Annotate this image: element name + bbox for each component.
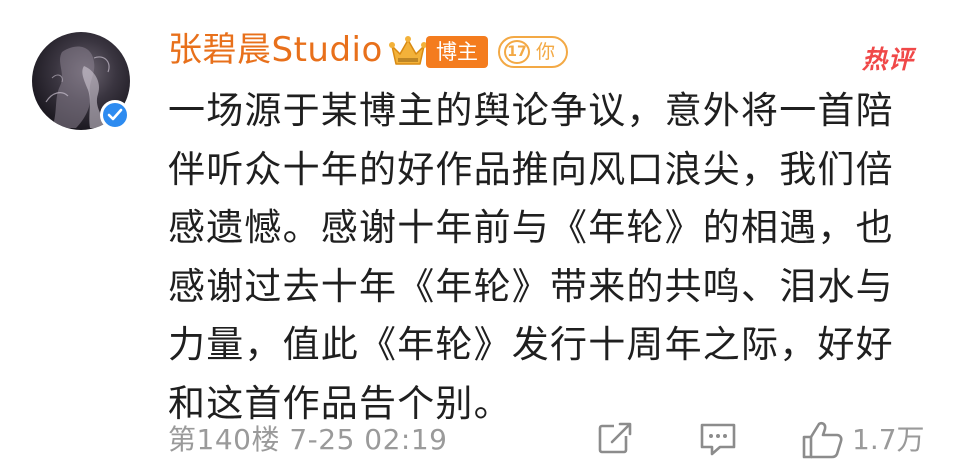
- level-number: 17: [504, 40, 530, 64]
- verified-check-icon: [100, 100, 130, 130]
- like-count: 1.7万: [852, 423, 925, 456]
- blogger-badge: 博主: [426, 36, 488, 68]
- crown-icon: [388, 34, 428, 70]
- comment-icon[interactable]: [698, 420, 738, 462]
- thumbs-up-icon[interactable]: [800, 420, 844, 464]
- hot-comment-badge: 热评: [862, 45, 915, 74]
- comment-footer: 第140楼 7-25 02:19 1.7万: [0, 410, 960, 466]
- comment-text: 一场源于某博主的舆论争议，意外将一首陪伴听众十年的好作品推向风口浪尖，我们倍感遗…: [168, 89, 894, 425]
- level-suffix: 你: [536, 41, 556, 63]
- level-badge: 17 你: [498, 36, 568, 68]
- username-link[interactable]: 张碧晨Studio: [168, 26, 383, 74]
- repost-icon[interactable]: [596, 420, 634, 462]
- floor-timestamp: 第140楼 7-25 02:19: [168, 423, 448, 456]
